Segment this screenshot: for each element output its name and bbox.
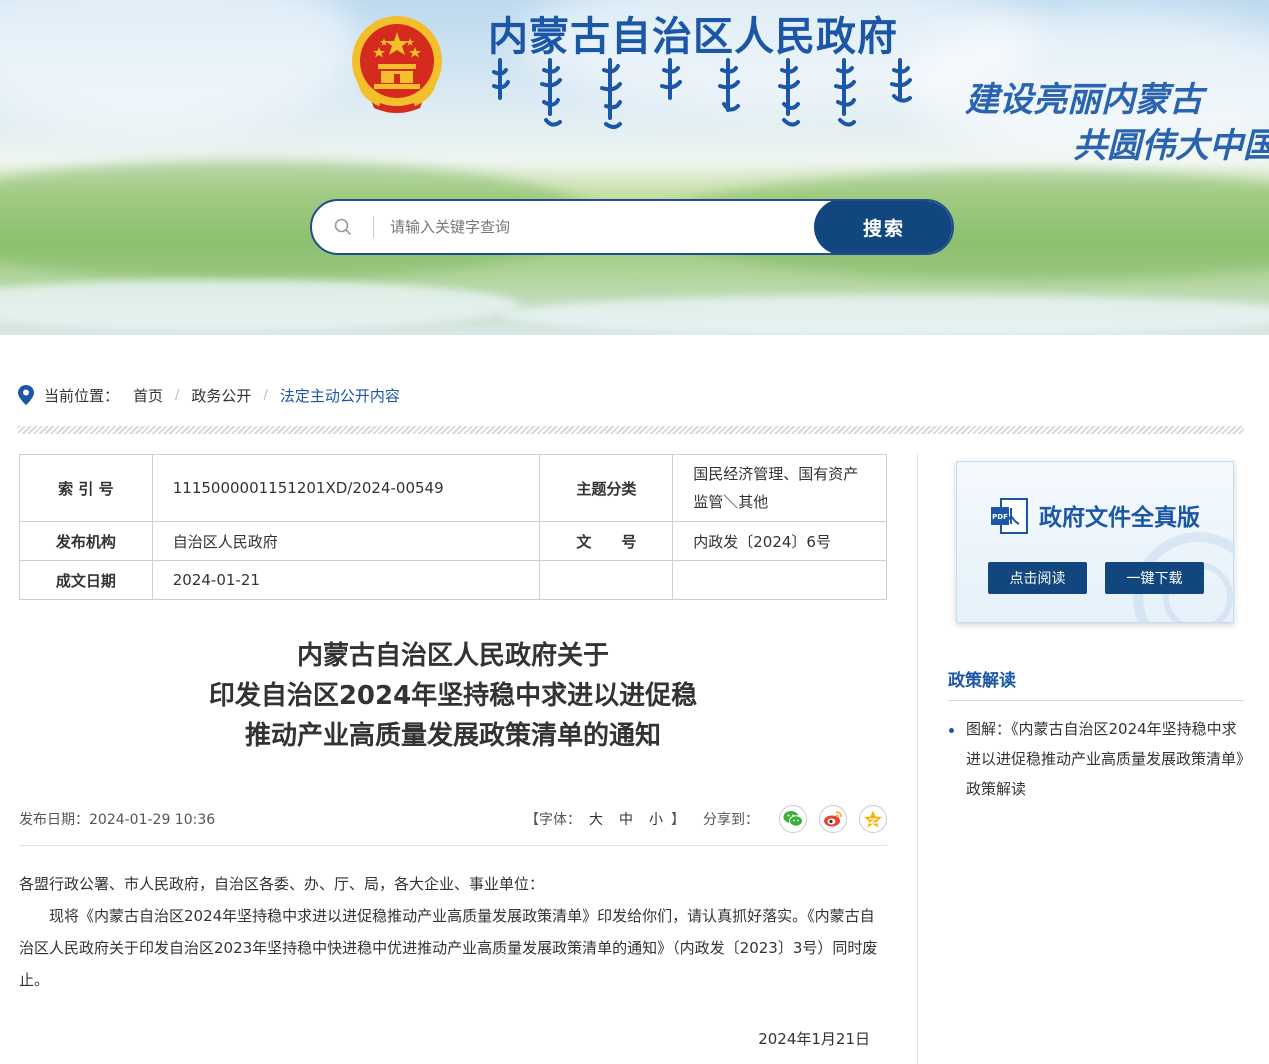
article-title: 内蒙古自治区人民政府关于 印发自治区2024年坚持稳中求进以进促稳 推动产业高质… [19,636,887,756]
policy-interpretation-heading: 政策解读 [948,671,1016,691]
slogan: 建设亮丽内蒙古 共圆伟大中国梦 [965,72,1269,166]
topic-key: 主题分类 [539,454,674,522]
article-salutation: 各盟行政公署、市人民政府，自治区各委、办、厅、局，各大企业、事业单位： [19,875,545,893]
empty-cell [539,560,674,600]
search-input[interactable] [374,201,814,253]
section-divider [18,426,1244,434]
article-title-line-3: 推动产业高质量发展政策清单的通知 [244,721,661,751]
banner-cloud [0,0,360,130]
date-value: 2024-01-21 [151,560,541,600]
issuer-key: 发布机构 [19,521,153,561]
font-size-small[interactable]: 小 [649,809,663,829]
banner-river [0,280,520,330]
font-size-label-close: 】 [671,812,685,828]
pdf-document-icon: PDF [991,498,1028,534]
qzone-star-icon[interactable] [859,805,887,833]
date-key: 成文日期 [19,560,153,600]
index-value: 1115000001151201XD/2024-00549 [151,454,541,522]
font-size-control: 【字体： 大 中 小 】 [525,809,685,829]
publish-date: 发布日期：2024-01-29 10:36 [19,812,216,828]
article-body: 各盟行政公署、市人民政府，自治区各委、办、厅、局，各大企业、事业单位： 现将《内… [19,868,889,996]
banner-river [500,295,1269,335]
header-banner: 内蒙古自治区人民政府 建设亮丽内蒙古 共圆伟大中国梦 搜索 [0,0,1269,335]
article-sign-date: 2024年1月21日 [758,1030,870,1048]
wechat-icon[interactable] [779,805,807,833]
search-button[interactable]: 搜索 [814,201,952,253]
slogan-line-2: 共圆伟大中国梦 [1073,126,1269,166]
font-size-large[interactable]: 大 [589,809,603,829]
article-title-line-2: 印发自治区2024年坚持稳中求进以进促稳 [208,681,698,711]
national-emblem-icon [352,16,442,113]
breadcrumb-separator: / [263,387,268,403]
font-size-label: 【字体： [525,812,581,828]
issuer-value: 自治区人民政府 [151,521,541,561]
download-document-button[interactable]: 一键下载 [1105,562,1204,594]
doc-number-key: 文 号 [539,521,674,561]
location-pin-icon [18,385,34,405]
table-row: 成文日期 2024-01-21 [19,560,887,600]
empty-cell [672,560,887,600]
breadcrumb-label: 当前位置： [44,386,120,405]
index-key: 索 引 号 [19,454,153,522]
column-divider [917,454,918,1064]
breadcrumb-current[interactable]: 法定主动公开内容 [280,385,400,406]
breadcrumb-gov-affairs[interactable]: 政务公开 [191,385,251,406]
table-row: 发布机构 自治区人民政府 文 号 内政发〔2024〕6号 [19,521,887,561]
list-item: 图解：《内蒙古自治区2024年坚持稳中求进以进促稳推动产业高质量发展政策清单》政… [948,714,1244,804]
share-label: 分享到： [703,812,759,828]
breadcrumb-separator: / [175,387,180,403]
read-document-button[interactable]: 点击阅读 [988,562,1087,594]
full-document-card: PDF 政府文件全真版 点击阅读 一键下载 [956,461,1234,623]
topic-value: 国民经济管理、国有资产监管＼其他 [672,454,887,522]
table-row: 索 引 号 1115000001151201XD/2024-00549 主题分类… [19,454,887,522]
weibo-icon[interactable] [819,805,847,833]
policy-interpretation-list: 图解：《内蒙古自治区2024年坚持稳中求进以进促稳推动产业高质量发展政策清单》政… [948,714,1244,804]
svg-text:PDF: PDF [992,513,1008,521]
article-meta-bar: 发布日期：2024-01-29 10:36 【字体： 大 中 小 】 分享到： [19,804,887,834]
search-bar: 搜索 [310,199,954,255]
policy-interpretation-link[interactable]: 图解：《内蒙古自治区2024年坚持稳中求进以进促稳推动产业高质量发展政策清单》政… [966,720,1244,798]
breadcrumb: 当前位置： 首页 / 政务公开 / 法定主动公开内容 [18,384,400,406]
doc-number-value: 内政发〔2024〕6号 [672,521,887,561]
site-title: 内蒙古自治区人民政府 [488,14,898,60]
breadcrumb-home[interactable]: 首页 [133,385,163,406]
doc-card-title: 政府文件全真版 [1039,504,1200,531]
article-title-line-1: 内蒙古自治区人民政府关于 [296,641,609,671]
mongolian-script-title [492,58,912,129]
article-paragraph: 现将《内蒙古自治区2024年坚持稳中求进以进促稳推动产业高质量发展政策清单》印发… [19,907,878,989]
slogan-line-1: 建设亮丽内蒙古 [965,80,1203,120]
font-size-medium[interactable]: 中 [619,809,633,829]
policy-heading-divider [948,700,1244,701]
search-icon [312,201,374,253]
article-divider [19,845,887,846]
document-info-table: 索 引 号 1115000001151201XD/2024-00549 主题分类… [19,454,887,600]
